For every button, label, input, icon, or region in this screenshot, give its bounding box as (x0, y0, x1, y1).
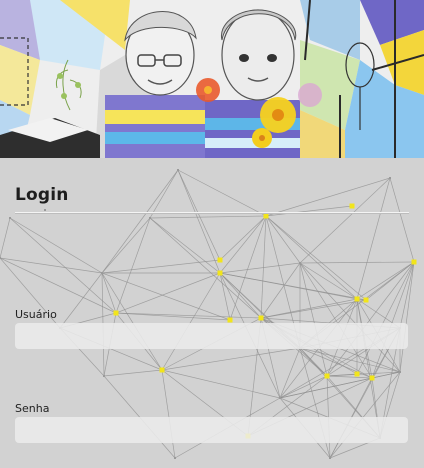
network-edge (299, 262, 328, 377)
network-edge (9, 217, 117, 314)
network-edge (265, 215, 358, 300)
title-divider (15, 212, 409, 213)
network-edge (149, 217, 262, 319)
network-node (389, 177, 391, 179)
network-edge (219, 272, 231, 321)
network-edge (101, 259, 221, 274)
password-input[interactable] (15, 417, 408, 443)
network-node (101, 272, 103, 274)
network-node (159, 367, 165, 373)
network-edge (177, 169, 221, 261)
network-node (279, 397, 281, 399)
network-edge (177, 169, 267, 217)
network-node (354, 296, 360, 302)
network-edge (219, 215, 267, 274)
header-illustration (0, 0, 424, 158)
network-edge (260, 299, 367, 319)
network-edge (0, 217, 11, 259)
network-edge (149, 169, 179, 219)
network-edge (115, 217, 151, 314)
network-node (217, 257, 223, 263)
network-edge (265, 177, 391, 217)
page-title: Login (15, 185, 69, 205)
network-edge (299, 177, 391, 264)
network-edge (326, 375, 373, 379)
network-edge (177, 169, 221, 274)
network-edge (103, 369, 163, 377)
network-edge (219, 215, 267, 261)
network-edge (161, 272, 221, 371)
network-edge (9, 217, 103, 274)
username-input[interactable] (15, 323, 408, 349)
network-edge (219, 262, 301, 274)
network-edge (101, 169, 179, 274)
network-node (174, 457, 176, 459)
network-node (329, 457, 331, 459)
network-edge (299, 347, 401, 373)
network-node (258, 315, 264, 321)
network-node (369, 375, 375, 381)
username-label: Usuário (15, 308, 57, 321)
password-label: Senha (15, 402, 50, 415)
network-node (113, 310, 119, 316)
network-node (324, 373, 330, 379)
network-node (177, 169, 179, 171)
network-node (411, 259, 417, 265)
network-edge (265, 215, 301, 264)
network-node (354, 371, 360, 377)
network-edge (265, 215, 367, 301)
network-edge (279, 347, 301, 399)
network-node (363, 297, 369, 303)
network-node (44, 209, 46, 211)
network-node (149, 217, 151, 219)
network-node (399, 371, 401, 373)
network-node (299, 262, 301, 264)
network-edge (326, 261, 415, 377)
network-edge (101, 217, 151, 274)
login-page: Login Usuário Senha (0, 0, 424, 468)
network-node (9, 217, 11, 219)
network-node (0, 257, 1, 259)
network-node (227, 317, 233, 323)
network-edge (279, 375, 328, 399)
network-node (263, 213, 269, 219)
network-edge (149, 217, 221, 274)
network-edge (389, 177, 415, 263)
network-edge (265, 205, 353, 217)
children-illustration-icon (0, 0, 424, 158)
network-edge (115, 272, 221, 314)
network-node (349, 203, 355, 209)
network-node (217, 270, 223, 276)
network-edge (149, 215, 267, 219)
network-node (103, 375, 105, 377)
network-edge (101, 272, 163, 371)
